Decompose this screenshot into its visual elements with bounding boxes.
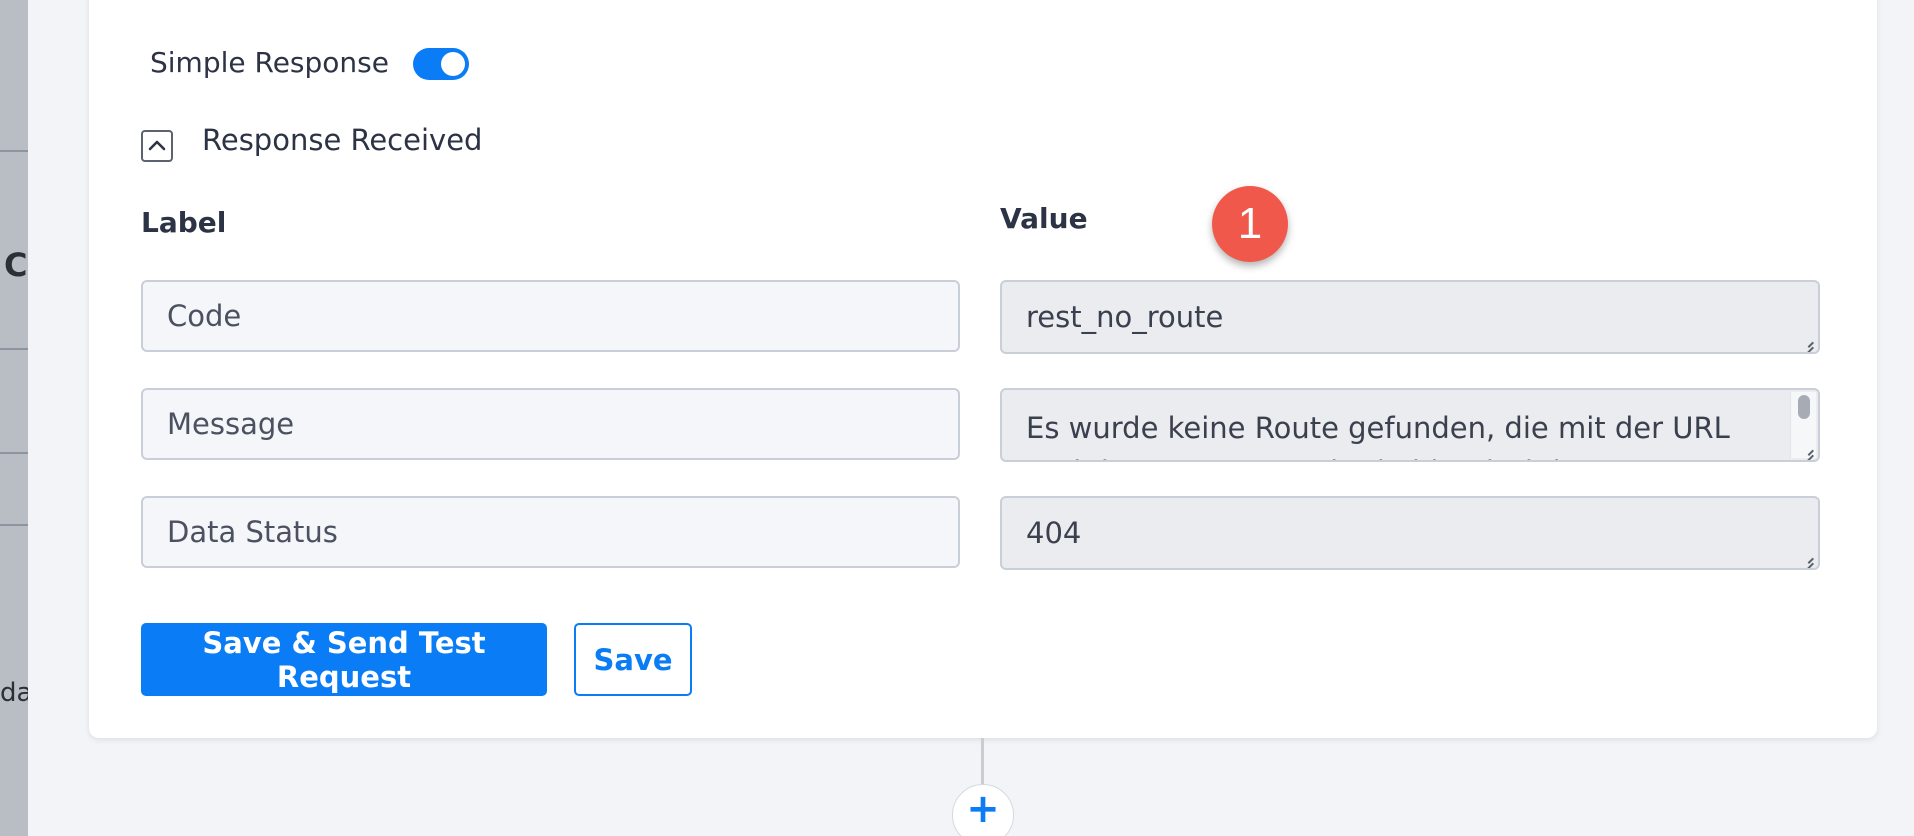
label-input-data-status[interactable]: Data Status xyxy=(141,496,960,568)
background-sidebar: C da xyxy=(0,0,28,836)
resize-handle-icon[interactable] xyxy=(1800,550,1814,564)
label-column-header: Label xyxy=(141,206,227,239)
collapse-response-button[interactable] xyxy=(141,130,173,162)
divider xyxy=(0,524,28,526)
value-column-header: Value xyxy=(1000,202,1088,235)
value-text: rest_no_route xyxy=(1026,300,1224,334)
background-text-fragment: C xyxy=(4,246,28,284)
resize-handle-icon[interactable] xyxy=(1800,442,1814,456)
chevron-up-icon xyxy=(148,137,166,155)
label-input-message[interactable]: Message xyxy=(141,388,960,460)
label-input-code[interactable]: Code xyxy=(141,280,960,352)
divider xyxy=(0,452,28,454)
simple-response-toggle[interactable] xyxy=(413,48,469,80)
annotation-badge: 1 xyxy=(1212,186,1288,262)
value-text: Es wurde keine Route gefunden, die mit d… xyxy=(1026,411,1730,460)
label-input-text: Data Status xyxy=(167,515,338,549)
label-input-text: Code xyxy=(167,299,242,333)
save-button[interactable]: Save xyxy=(574,623,692,696)
save-and-send-test-request-button[interactable]: Save & Send Test Request xyxy=(141,623,547,696)
simple-response-label: Simple Response xyxy=(150,46,389,79)
plus-icon: + xyxy=(966,786,1000,832)
value-textarea-message[interactable]: Es wurde keine Route gefunden, die mit d… xyxy=(1000,388,1820,462)
value-text: 404 xyxy=(1026,516,1082,550)
value-textarea-code[interactable]: rest_no_route xyxy=(1000,280,1820,354)
divider xyxy=(0,150,28,152)
value-textarea-data-status[interactable]: 404 xyxy=(1000,496,1820,570)
divider xyxy=(0,348,28,350)
resize-handle-icon[interactable] xyxy=(1800,334,1814,348)
background-text-fragment: da xyxy=(0,678,28,708)
page: C da Simple Response Response Received L… xyxy=(0,0,1914,836)
label-input-text: Message xyxy=(167,407,295,441)
section-title: Response Received xyxy=(202,123,483,157)
add-step-button[interactable]: + xyxy=(952,784,1014,836)
simple-response-row: Simple Response xyxy=(150,46,389,79)
toggle-knob xyxy=(441,52,465,76)
scrollbar-thumb[interactable] xyxy=(1798,395,1810,419)
background-panel xyxy=(0,0,28,836)
